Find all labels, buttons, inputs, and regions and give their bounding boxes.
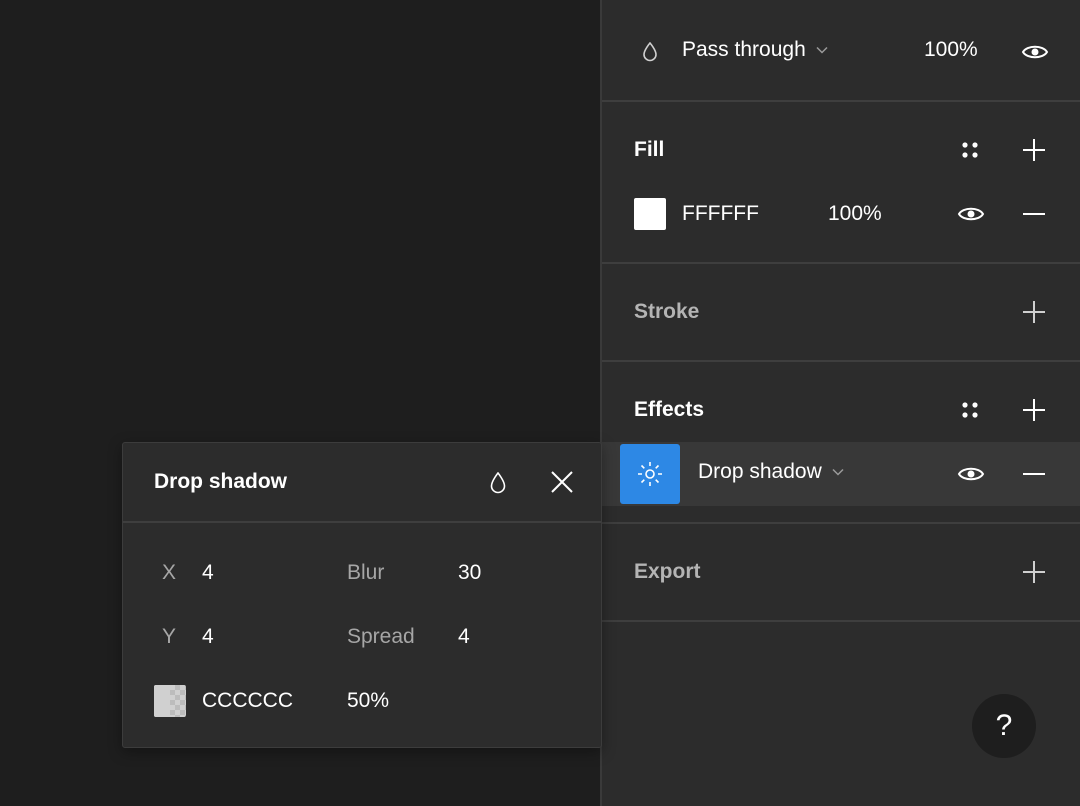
swatch-solid-half bbox=[154, 685, 170, 717]
chevron-down-icon bbox=[832, 463, 844, 481]
add-fill-icon[interactable] bbox=[1020, 136, 1048, 164]
popover-header: Drop shadow bbox=[123, 443, 601, 523]
x-label: X bbox=[162, 561, 177, 584]
stroke-title: Stroke bbox=[634, 300, 700, 323]
properties-panel: Pass through 100% Fill FFFFFF 100% Strok… bbox=[600, 0, 1080, 806]
fill-visibility-eye-icon[interactable] bbox=[956, 202, 986, 226]
x-input[interactable]: 4 bbox=[202, 561, 214, 585]
effects-title: Effects bbox=[634, 398, 705, 421]
effect-visibility-eye-icon[interactable] bbox=[956, 462, 986, 486]
blur-label: Blur bbox=[347, 561, 385, 584]
eye-icon[interactable] bbox=[1020, 40, 1050, 64]
shadow-opacity-input[interactable]: 50% bbox=[347, 689, 389, 713]
help-label: ? bbox=[995, 709, 1013, 742]
effect-settings-button[interactable] bbox=[620, 444, 680, 504]
fill-section: Fill FFFFFF 100% bbox=[602, 102, 1080, 264]
effect-type-select[interactable]: Drop shadow bbox=[698, 460, 844, 484]
blur-input[interactable]: 30 bbox=[458, 561, 481, 585]
remove-fill-icon[interactable] bbox=[1020, 202, 1048, 226]
spread-input[interactable]: 4 bbox=[458, 625, 470, 649]
fill-opacity-input[interactable]: 100% bbox=[828, 202, 882, 226]
shadow-color-input[interactable]: CCCCCC bbox=[202, 689, 293, 713]
export-section: Export bbox=[602, 524, 1080, 622]
fill-title: Fill bbox=[634, 138, 665, 161]
add-export-icon[interactable] bbox=[1020, 558, 1048, 586]
blend-mode-value: Pass through bbox=[682, 38, 806, 61]
popover-title: Drop shadow bbox=[154, 470, 288, 493]
style-grid-icon[interactable] bbox=[958, 138, 982, 162]
add-effect-icon[interactable] bbox=[1020, 396, 1048, 424]
spread-label: Spread bbox=[347, 625, 415, 648]
export-title: Export bbox=[634, 560, 701, 583]
blend-mode-drop-icon[interactable] bbox=[487, 471, 509, 495]
shadow-color-swatch[interactable] bbox=[154, 685, 186, 717]
drop-shadow-popover: Drop shadow X 4 Blur 30 Y 4 Spread 4 CCC… bbox=[122, 442, 602, 748]
layer-opacity-input[interactable]: 100% bbox=[924, 38, 978, 62]
close-icon[interactable] bbox=[549, 469, 575, 495]
remove-effect-icon[interactable] bbox=[1020, 462, 1048, 486]
fill-color-input[interactable]: FFFFFF bbox=[682, 202, 759, 226]
layer-section: Pass through 100% bbox=[602, 0, 1080, 102]
y-label: Y bbox=[162, 625, 177, 648]
chevron-down-icon bbox=[816, 41, 828, 59]
sun-icon bbox=[635, 459, 665, 489]
y-input[interactable]: 4 bbox=[202, 625, 214, 649]
style-grid-icon[interactable] bbox=[958, 398, 982, 422]
fill-color-swatch[interactable] bbox=[634, 198, 666, 230]
blend-mode-drop-icon bbox=[640, 40, 660, 64]
blend-mode-select[interactable]: Pass through bbox=[682, 38, 828, 62]
help-button[interactable]: ? bbox=[972, 694, 1036, 758]
effect-type-label: Drop shadow bbox=[698, 460, 822, 483]
stroke-section: Stroke bbox=[602, 264, 1080, 362]
add-stroke-icon[interactable] bbox=[1020, 298, 1048, 326]
